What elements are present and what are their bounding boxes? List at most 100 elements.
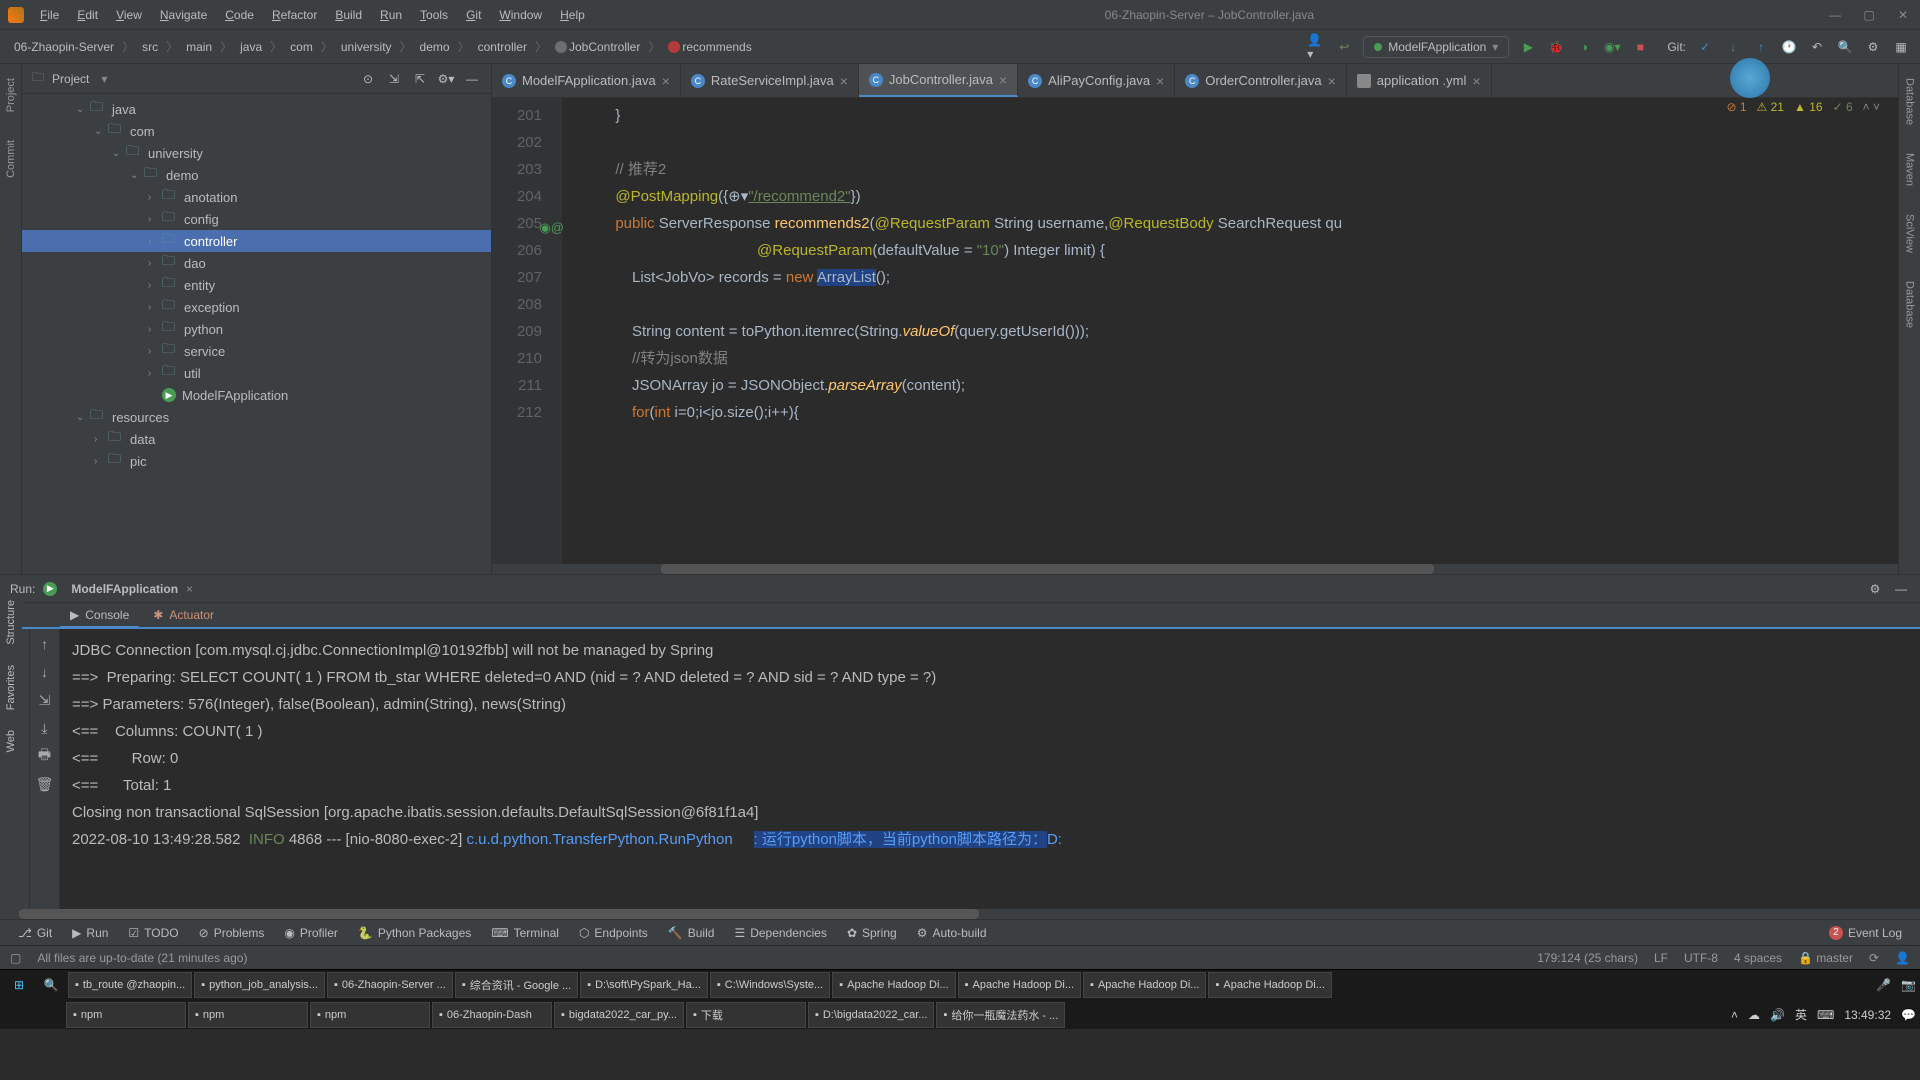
taskbar-item[interactable]: ▪06-Zhaopin-Server ... <box>327 972 453 998</box>
editor-hscroll[interactable] <box>492 564 1898 574</box>
code-editor[interactable]: 201202203204205206207208209210211212◉@ }… <box>492 98 1898 564</box>
tree-node-util[interactable]: ›🗀util <box>22 362 491 384</box>
status-icon[interactable]: ▢ <box>10 951 21 965</box>
gutter[interactable]: 201202203204205206207208209210211212◉@ <box>492 98 562 564</box>
run-config-selector[interactable]: ModelFApplication ▾ <box>1363 36 1509 58</box>
editor-tab[interactable]: CModelFApplication.java× <box>492 64 681 97</box>
expand-all-icon[interactable]: ⇲ <box>385 70 403 88</box>
code-content[interactable]: } // 推荐2 @PostMapping({⊕▾"/recommend2"})… <box>562 98 1898 564</box>
tree-node-modelfapplication[interactable]: ▶ModelFApplication <box>22 384 491 406</box>
breadcrumb-item[interactable]: recommends <box>664 38 755 56</box>
line-separator[interactable]: LF <box>1654 951 1668 965</box>
clear-button[interactable]: 🗑 <box>36 775 54 793</box>
taskbar-item[interactable]: ▪下载 <box>686 1002 806 1028</box>
editor-tab[interactable]: CAliPayConfig.java× <box>1018 64 1175 97</box>
breadcrumb-item[interactable]: src <box>138 38 162 56</box>
toolwin-build[interactable]: 🔨Build <box>660 926 723 940</box>
tree-node-university[interactable]: ⌄🗀university <box>22 142 491 164</box>
tool-sciview[interactable]: SciView <box>1904 210 1916 257</box>
breadcrumb-item[interactable]: main <box>182 38 216 56</box>
console-hscroll[interactable] <box>0 909 1920 919</box>
menu-navigate[interactable]: Navigate <box>152 5 215 25</box>
back-icon[interactable]: ↩ <box>1335 38 1353 56</box>
tree-node-data[interactable]: ›🗀data <box>22 428 491 450</box>
run-settings-icon[interactable]: ⚙ <box>1866 580 1884 598</box>
tool-web[interactable]: Web <box>5 730 17 752</box>
git-revert-icon[interactable]: ↶ <box>1808 38 1826 56</box>
menu-file[interactable]: File <box>32 5 67 25</box>
down-button[interactable]: ↓ <box>36 663 54 681</box>
menu-tools[interactable]: Tools <box>412 5 456 25</box>
editor-tab[interactable]: application .yml× <box>1347 64 1492 97</box>
tool-project[interactable]: Project <box>5 74 17 116</box>
tree-node-python[interactable]: ›🗀python <box>22 318 491 340</box>
menu-refactor[interactable]: Refactor <box>264 5 325 25</box>
menu-git[interactable]: Git <box>458 5 489 25</box>
indent-setting[interactable]: 4 spaces <box>1734 951 1782 965</box>
user-icon[interactable]: 👤▾ <box>1307 38 1325 56</box>
inspection-summary[interactable]: ⊘ 1 ⚠ 21 ▲ 16 ✓ 6 ˄ ˅ <box>1726 100 1880 114</box>
system-tray[interactable]: ˄☁🔊英⌨13:49:32💬 <box>1731 1006 1916 1023</box>
tool-database[interactable]: Database <box>1904 74 1916 129</box>
hide-panel-icon[interactable]: ― <box>463 70 481 88</box>
minimize-button[interactable]: ― <box>1826 6 1844 24</box>
tree-node-dao[interactable]: ›🗀dao <box>22 252 491 274</box>
taskbar-item[interactable]: ▪npm <box>66 1002 186 1028</box>
toolwin-todo[interactable]: ☑TODO <box>120 926 186 940</box>
panel-settings-icon[interactable]: ⚙▾ <box>437 70 455 88</box>
tree-node-service[interactable]: ›🗀service <box>22 340 491 362</box>
run-tab-close[interactable]: × <box>186 582 193 596</box>
stop-button[interactable]: ■ <box>1631 38 1649 56</box>
taskbar-item[interactable]: ▪Apache Hadoop Di... <box>1083 972 1206 998</box>
settings-icon[interactable]: ⚙ <box>1864 38 1882 56</box>
taskbar-item[interactable]: ▪Apache Hadoop Di... <box>1208 972 1331 998</box>
git-commit-icon[interactable]: ↓ <box>1724 38 1742 56</box>
toolwin-auto-build[interactable]: ⚙Auto-build <box>909 926 995 940</box>
taskbar-item[interactable]: ▪python_job_analysis... <box>194 972 325 998</box>
toolwin-problems[interactable]: ⊘Problems <box>191 926 273 940</box>
taskbar-item[interactable]: ▪给你一瓶魔法药水 - ... <box>936 1002 1065 1028</box>
taskbar-item[interactable]: ▪npm <box>310 1002 430 1028</box>
tool-commit[interactable]: Commit <box>5 136 17 182</box>
ide-icon[interactable]: ▦ <box>1892 38 1910 56</box>
scroll-end-button[interactable]: ⤓ <box>36 719 54 737</box>
tree-node-java[interactable]: ⌄🗀java <box>22 98 491 120</box>
taskbar-item[interactable]: ▪Apache Hadoop Di... <box>958 972 1081 998</box>
breadcrumb-item[interactable]: controller <box>474 38 531 56</box>
toolwin-run[interactable]: ▶Run <box>64 926 116 940</box>
taskbar-item[interactable]: ▪bigdata2022_car_py... <box>554 1002 684 1028</box>
taskbar-item[interactable]: ▪D:\soft\PySpark_Ha... <box>580 972 708 998</box>
console-output[interactable]: JDBC Connection [com.mysql.cj.jdbc.Conne… <box>60 629 1920 909</box>
profile-button[interactable]: ◉▾ <box>1603 38 1621 56</box>
toolwin-endpoints[interactable]: ⬡Endpoints <box>571 926 656 940</box>
run-hide-icon[interactable]: ― <box>1892 580 1910 598</box>
toolwin-git[interactable]: ⎇Git <box>10 926 60 940</box>
toolwin-dependencies[interactable]: ☰Dependencies <box>726 926 835 940</box>
tree-node-config[interactable]: ›🗀config <box>22 208 491 230</box>
collapse-all-icon[interactable]: ⇱ <box>411 70 429 88</box>
taskbar-item[interactable]: ▪D:\bigdata2022_car... <box>808 1002 934 1028</box>
breadcrumb-item[interactable]: 06-Zhaopin-Server <box>10 38 118 56</box>
run-button[interactable]: ▶ <box>1519 38 1537 56</box>
tree-node-exception[interactable]: ›🗀exception <box>22 296 491 318</box>
menu-edit[interactable]: Edit <box>69 5 106 25</box>
file-encoding[interactable]: UTF-8 <box>1684 951 1718 965</box>
toolwin-profiler[interactable]: ◉Profiler <box>276 926 346 940</box>
tool-database2[interactable]: Database <box>1904 277 1916 332</box>
actuator-tab[interactable]: ✱ Actuator <box>143 604 224 626</box>
toolwin-python-packages[interactable]: 🐍Python Packages <box>350 926 479 940</box>
toolwin-terminal[interactable]: ⌨Terminal <box>483 926 567 940</box>
console-tab[interactable]: ▶ Console <box>60 604 139 628</box>
menu-window[interactable]: Window <box>491 5 550 25</box>
tree-node-entity[interactable]: ›🗀entity <box>22 274 491 296</box>
select-opened-icon[interactable]: ⊙ <box>359 70 377 88</box>
tool-favorites[interactable]: Favorites <box>5 665 17 710</box>
close-button[interactable]: ✕ <box>1894 6 1912 24</box>
editor-tab[interactable]: CJobController.java× <box>859 64 1018 97</box>
menu-help[interactable]: Help <box>552 5 593 25</box>
taskbar-item[interactable]: ▪Apache Hadoop Di... <box>832 972 955 998</box>
breadcrumb-item[interactable]: university <box>337 38 396 56</box>
search-button[interactable]: 🔍 <box>36 970 66 1000</box>
menu-build[interactable]: Build <box>327 5 370 25</box>
git-history-icon[interactable]: 🕐 <box>1780 38 1798 56</box>
